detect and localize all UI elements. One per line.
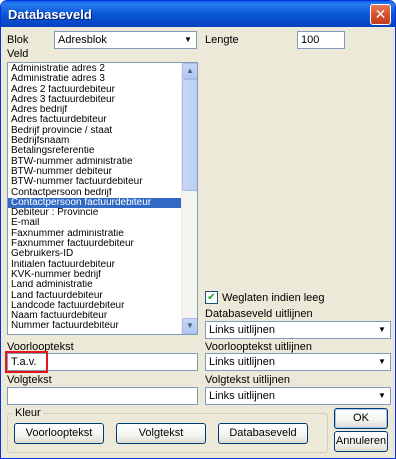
list-item[interactable]: Adres bedrijf [8,105,183,115]
close-icon: ✕ [374,6,387,22]
veld-list[interactable]: Administratie adres 2 Administratie adres… [8,64,183,332]
weglaten-checkbox[interactable]: ✔ [205,291,218,304]
databaseveld-uitlijnen-select[interactable]: Links uitlijnen ▼ [205,321,391,339]
chevron-up-icon: ▲ [186,66,194,75]
scroll-down-button[interactable]: ▼ [182,318,197,334]
chevron-down-icon[interactable]: ▼ [374,388,390,404]
title-bar[interactable]: Databaseveld ✕ [1,1,395,27]
list-item[interactable]: Initialen factuurdebiteur [8,260,183,270]
blok-select[interactable]: Adresblok ▼ [54,31,197,49]
list-item[interactable]: BTW-nummer factuurdebiteur [8,177,183,187]
list-item[interactable]: Bedrijf provincie / staat [8,126,183,136]
list-item[interactable]: Administratie adres 3 [8,74,183,84]
list-item[interactable]: E-mail [8,218,183,228]
lengte-input[interactable]: 100 [297,31,345,49]
kleur-voorlooptekst-button[interactable]: Voorlooptekst [14,423,104,444]
chevron-down-icon: ▼ [186,321,194,330]
databaseveld-uitlijnen-value: Links uitlijnen [209,324,276,336]
list-item[interactable]: BTW-nummer debiteur [8,167,183,177]
blok-label: Blok [7,34,29,46]
list-item[interactable]: Adres factuurdebiteur [8,115,183,125]
dialog-window: Databaseveld ✕ Blok Adresblok ▼ Lengte 1… [0,0,396,459]
volgtekst-uitlijnen-select[interactable]: Links uitlijnen ▼ [205,387,391,405]
list-item[interactable]: Bedrijfsnaam [8,136,183,146]
volgtekst-uitlijnen-value: Links uitlijnen [209,390,276,402]
voorlooptekst-uitlijnen-select[interactable]: Links uitlijnen ▼ [205,353,391,371]
list-item[interactable]: Faxnummer administratie [8,229,183,239]
ok-button[interactable]: OK [334,408,388,429]
list-item[interactable]: Land administratie [8,280,183,290]
list-item[interactable]: Faxnummer factuurdebiteur [8,239,183,249]
veld-label: Veld [7,48,29,60]
volgtekst-input[interactable] [7,387,198,405]
list-item[interactable]: BTW-nummer administratie [8,157,183,167]
volgtekst-label: Volgtekst [7,374,52,386]
kleur-volgtekst-button[interactable]: Volgtekst [116,423,206,444]
chevron-down-icon[interactable]: ▼ [374,354,390,370]
list-item[interactable]: KVK-nummer bedrijf [8,270,183,280]
cancel-button[interactable]: Annuleren [334,431,388,452]
kleur-legend: Kleur [13,407,43,419]
list-item[interactable]: Contactpersoon factuurdebiteur [8,197,183,209]
list-item[interactable]: Landcode factuurdebiteur [8,301,183,311]
list-item[interactable]: Adres 2 factuurdebiteur [8,85,183,95]
list-item[interactable]: Adres 3 factuurdebiteur [8,95,183,105]
list-item[interactable]: Land factuurdebiteur [8,291,183,301]
voorlooptekst-highlight [5,351,48,373]
lengte-label: Lengte [205,34,239,46]
chevron-down-icon[interactable]: ▼ [374,322,390,338]
scroll-thumb[interactable] [182,79,197,191]
volgtekst-uitlijnen-label: Volgtekst uitlijnen [205,374,290,386]
window-title: Databaseveld [8,7,92,22]
list-item[interactable]: Nummer factuurdebiteur [8,321,183,331]
weglaten-label: Weglaten indien leeg [222,292,325,304]
list-item[interactable]: Betalingsreferentie [8,146,183,156]
list-item[interactable]: Naam factuurdebiteur [8,311,183,321]
list-item[interactable]: Administratie adres 2 [8,64,183,74]
vertical-scrollbar[interactable]: ▲ ▼ [181,63,197,334]
list-item[interactable]: Debiteur : Provincie [8,208,183,218]
scroll-up-button[interactable]: ▲ [182,63,197,79]
close-button[interactable]: ✕ [370,4,391,25]
kleur-databaseveld-button[interactable]: Databaseveld [218,423,308,444]
veld-listbox[interactable]: Administratie adres 2 Administratie adres… [7,62,198,335]
list-item[interactable]: Contactpersoon bedrijf [8,188,183,198]
list-item[interactable]: Gebruikers-ID [8,249,183,259]
lengte-value: 100 [301,34,320,46]
voorlooptekst-uitlijnen-label: Voorlooptekst uitlijnen [205,341,313,353]
voorlooptekst-uitlijnen-value: Links uitlijnen [209,356,276,368]
blok-value: Adresblok [58,34,107,46]
chevron-down-icon[interactable]: ▼ [180,32,196,48]
checkmark-icon: ✔ [207,292,216,303]
databaseveld-uitlijnen-label: Databaseveld uitlijnen [205,308,313,320]
